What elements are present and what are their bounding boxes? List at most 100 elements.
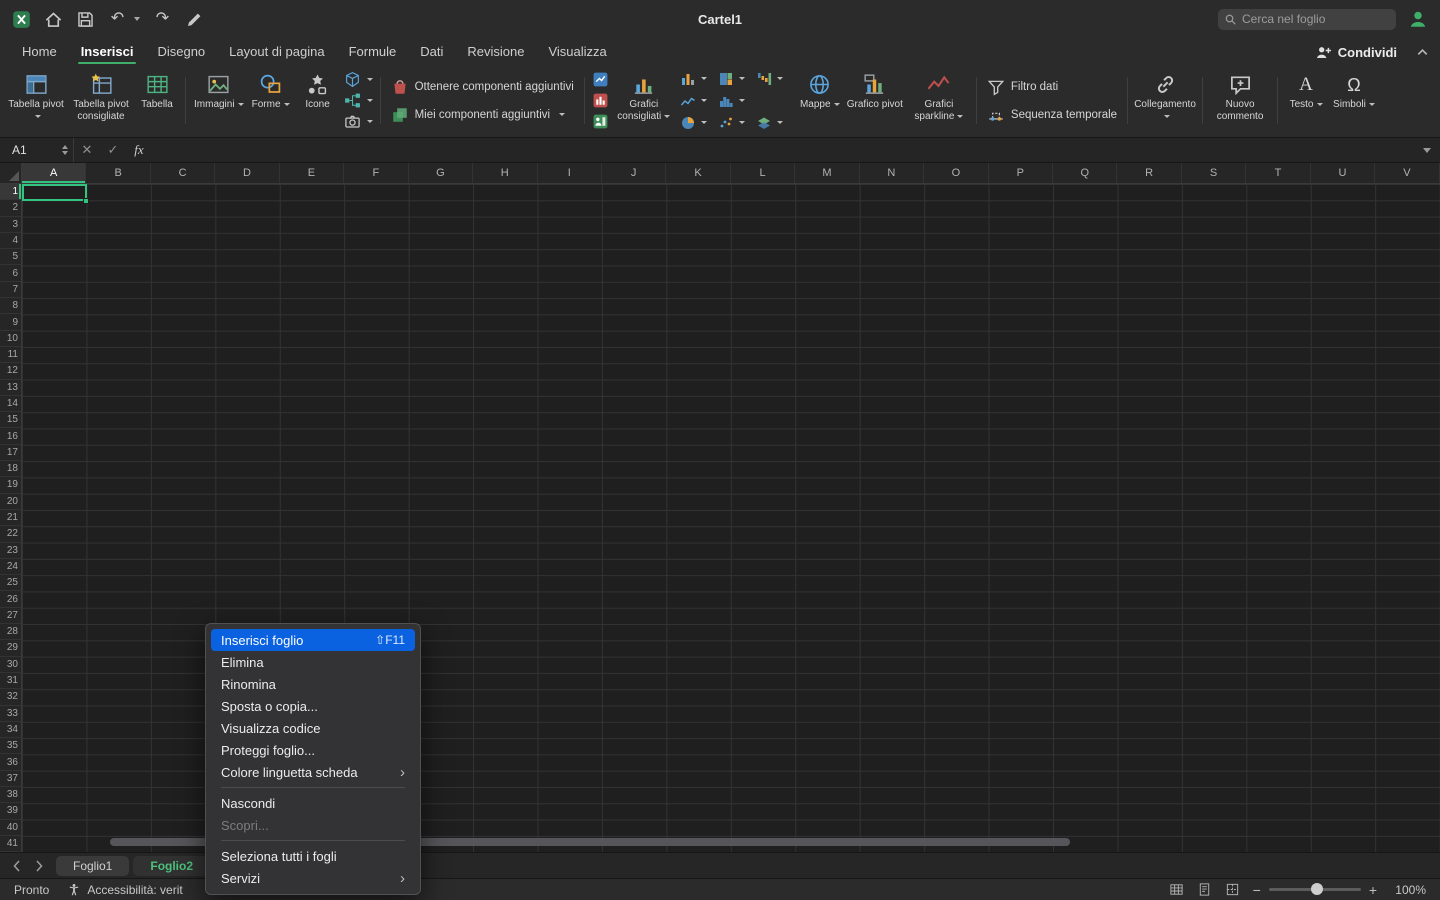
column-header-l[interactable]: L (731, 163, 795, 183)
ribbon-button-tabella-pivot[interactable]: Tabella pivot (4, 68, 68, 133)
sheet-tab-foglio2[interactable]: Foglio2 (133, 856, 210, 876)
ribbon-button-ottenere-componenti-aggiuntivi[interactable]: Ottenere componenti aggiuntivi (391, 78, 574, 96)
row-header-10[interactable]: 10 (0, 331, 21, 347)
ribbon-button-addin-green-icon[interactable] (592, 113, 609, 131)
column-header-s[interactable]: S (1182, 163, 1246, 183)
save-icon[interactable] (76, 10, 95, 29)
ribbon-button-forme[interactable]: Forme (248, 68, 294, 133)
formula-bar-expand-icon[interactable] (1414, 148, 1440, 153)
ribbon-button-column-chart-icon[interactable] (680, 68, 717, 89)
row-header-35[interactable]: 35 (0, 738, 21, 754)
row-header-3[interactable]: 3 (0, 217, 21, 233)
ribbon-button-simboli[interactable]: ΩSimboli (1330, 68, 1378, 133)
row-header-39[interactable]: 39 (0, 803, 21, 819)
column-header-i[interactable]: I (538, 163, 602, 183)
tab-formule[interactable]: Formule (337, 39, 409, 66)
menu-item-nascondi[interactable]: Nascondi (211, 792, 415, 814)
insert-function-icon[interactable]: fx (126, 142, 152, 158)
menu-item-visualizza-codice[interactable]: Visualizza codice (211, 717, 415, 739)
ribbon-button-screenshot-icon[interactable] (344, 113, 373, 131)
menu-item-rinomina[interactable]: Rinomina (211, 673, 415, 695)
row-header-37[interactable]: 37 (0, 771, 21, 787)
row-header-41[interactable]: 41 (0, 836, 21, 852)
column-header-u[interactable]: U (1311, 163, 1375, 183)
column-header-d[interactable]: D (215, 163, 279, 183)
ribbon-button-miei-componenti-aggiuntivi[interactable]: Miei componenti aggiuntivi (391, 106, 574, 124)
ribbon-button-3d-models-icon[interactable] (344, 70, 373, 88)
normal-view-icon[interactable] (1169, 882, 1184, 897)
tab-home[interactable]: Home (10, 39, 69, 66)
ribbon-button-line-chart-icon[interactable] (680, 90, 717, 111)
column-header-n[interactable]: N (860, 163, 924, 183)
ribbon-button-scatter-chart-icon[interactable] (718, 112, 755, 133)
ribbon-button-testo[interactable]: ATesto (1283, 68, 1329, 133)
column-header-t[interactable]: T (1246, 163, 1310, 183)
accessibility-status[interactable]: Accessibilità: verit (67, 883, 182, 897)
row-header-24[interactable]: 24 (0, 559, 21, 575)
ribbon-button-grafico-pivot[interactable]: Grafico pivot (844, 68, 906, 133)
tab-layout-di-pagina[interactable]: Layout di pagina (217, 39, 336, 66)
ribbon-button-surface-chart-icon[interactable] (756, 112, 793, 133)
column-header-f[interactable]: F (344, 163, 408, 183)
row-header-4[interactable]: 4 (0, 233, 21, 249)
redo-icon[interactable]: ↷ (153, 10, 172, 29)
sheet-tab-foglio1[interactable]: Foglio1 (56, 856, 129, 876)
ribbon-button-sequenza-temporale[interactable]: Sequenza temporale (987, 106, 1117, 124)
menu-item-proteggi-foglio[interactable]: Proteggi foglio... (211, 739, 415, 761)
row-header-23[interactable]: 23 (0, 543, 21, 559)
row-header-26[interactable]: 26 (0, 591, 21, 607)
menu-item-inserisci-foglio[interactable]: Inserisci foglio⇧F11 (211, 629, 415, 651)
ribbon-button-nuovo-commento[interactable]: Nuovo commento (1208, 68, 1272, 133)
column-header-q[interactable]: Q (1053, 163, 1117, 183)
column-header-e[interactable]: E (280, 163, 344, 183)
menu-item-sposta-o-copia[interactable]: Sposta o copia... (211, 695, 415, 717)
ribbon-button-immagini[interactable]: Immagini (191, 68, 247, 133)
row-header-22[interactable]: 22 (0, 526, 21, 542)
row-header-15[interactable]: 15 (0, 412, 21, 428)
column-header-m[interactable]: M (795, 163, 859, 183)
select-all-corner[interactable] (0, 163, 22, 183)
row-header-30[interactable]: 30 (0, 657, 21, 673)
share-button[interactable]: Condividi (1315, 44, 1397, 61)
row-header-12[interactable]: 12 (0, 363, 21, 379)
tab-dati[interactable]: Dati (408, 39, 455, 66)
ribbon-button-smartart-icon[interactable] (344, 91, 373, 109)
row-header-32[interactable]: 32 (0, 689, 21, 705)
row-header-19[interactable]: 19 (0, 477, 21, 493)
ribbon-button-grafici-sparkline[interactable]: Grafici sparkline (907, 68, 971, 133)
column-header-b[interactable]: B (86, 163, 150, 183)
page-layout-view-icon[interactable] (1197, 882, 1212, 897)
zoom-slider-knob[interactable] (1311, 883, 1323, 895)
confirm-entry-icon[interactable]: ✓ (100, 142, 126, 158)
name-box[interactable]: A1 (0, 138, 74, 162)
row-header-11[interactable]: 11 (0, 347, 21, 363)
column-header-a[interactable]: A (22, 163, 86, 183)
row-header-18[interactable]: 18 (0, 461, 21, 477)
fill-handle[interactable] (83, 198, 89, 204)
row-header-36[interactable]: 36 (0, 754, 21, 770)
ribbon-button-addin-red-icon[interactable] (592, 91, 609, 109)
column-header-v[interactable]: V (1375, 163, 1439, 183)
row-header-7[interactable]: 7 (0, 282, 21, 298)
column-header-p[interactable]: P (989, 163, 1053, 183)
column-header-k[interactable]: K (666, 163, 730, 183)
row-header-34[interactable]: 34 (0, 722, 21, 738)
row-header-27[interactable]: 27 (0, 608, 21, 624)
row-header-29[interactable]: 29 (0, 640, 21, 656)
ribbon-button-histogram-chart-icon[interactable] (718, 90, 755, 111)
formula-input[interactable] (152, 138, 1414, 162)
customize-toolbar-icon[interactable] (185, 10, 204, 29)
ribbon-button-treemap-chart-icon[interactable] (718, 68, 755, 89)
column-header-c[interactable]: C (151, 163, 215, 183)
name-box-spinner-icon[interactable] (62, 138, 68, 162)
ribbon-button-collegamento[interactable]: Collegamento (1133, 68, 1197, 133)
zoom-slider[interactable] (1269, 888, 1361, 891)
zoom-in-icon[interactable]: + (1369, 883, 1377, 897)
ribbon-button-pie-chart-icon[interactable] (680, 112, 717, 133)
row-header-13[interactable]: 13 (0, 380, 21, 396)
page-break-view-icon[interactable] (1225, 882, 1240, 897)
row-header-1[interactable]: 1 (0, 184, 21, 200)
ribbon-button-icone[interactable]: Icone (295, 68, 341, 133)
row-header-28[interactable]: 28 (0, 624, 21, 640)
column-header-h[interactable]: H (473, 163, 537, 183)
